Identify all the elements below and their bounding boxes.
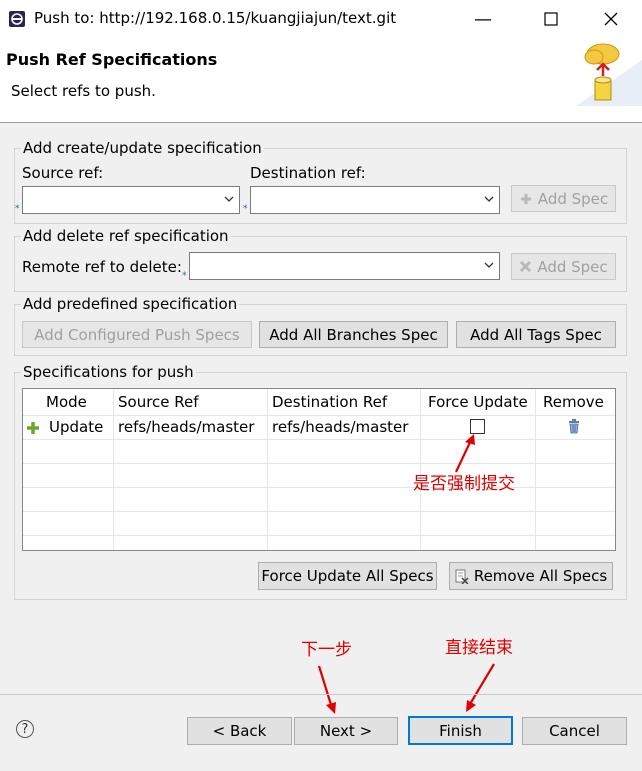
required-marker: * — [15, 204, 20, 214]
add-all-tags-spec-button[interactable]: Add All Tags Spec — [456, 321, 616, 348]
column-header-destination-ref[interactable]: Destination Ref — [272, 389, 387, 415]
next-annotation: 下一步 — [301, 640, 352, 660]
push-cloud-icon — [576, 43, 642, 106]
column-divider — [267, 389, 268, 550]
column-header-force-update[interactable]: Force Update — [428, 389, 528, 415]
source-ref-combo[interactable] — [22, 186, 240, 214]
required-marker: * — [182, 271, 187, 281]
column-divider — [113, 389, 114, 550]
table-row[interactable]: Update refs/heads/master refs/heads/mast… — [23, 416, 615, 439]
finish-annotation: 直接结束 — [445, 638, 513, 658]
annotation-arrow — [455, 434, 475, 473]
minimize-icon[interactable]: — — [460, 0, 506, 38]
row-divider — [23, 535, 615, 536]
create-update-title: Add create/update specification — [21, 139, 264, 157]
destination-ref-label: Destination ref: — [250, 164, 366, 182]
help-icon[interactable]: ? — [16, 720, 34, 738]
add-configured-push-specs-button[interactable]: Add Configured Push Specs — [22, 321, 252, 348]
row-divider — [23, 511, 615, 512]
column-header-mode[interactable]: Mode — [46, 389, 87, 415]
force-update-all-specs-button[interactable]: Force Update All Specs — [258, 562, 437, 590]
remove-all-icon — [455, 569, 469, 584]
next-button[interactable]: Next > — [294, 717, 398, 745]
remove-all-specs-button[interactable]: Remove All Specs — [449, 562, 613, 590]
row-divider — [23, 439, 615, 440]
column-divider — [535, 389, 536, 550]
add-icon — [27, 422, 39, 434]
page-title: Push Ref Specifications — [6, 50, 218, 69]
remote-ref-label: Remote ref to delete: — [22, 258, 182, 276]
delete-x-icon — [520, 260, 532, 273]
source-ref-label: Source ref: — [22, 164, 104, 182]
annotation-arrow — [317, 665, 336, 714]
destination-ref-combo[interactable] — [250, 186, 500, 214]
row-divider — [23, 487, 615, 488]
force-update-annotation: 是否强制提交 — [413, 474, 515, 494]
row-mode: Update — [49, 418, 104, 436]
add-spec-button[interactable]: Add Spec — [511, 185, 616, 212]
back-button[interactable]: < Back — [187, 717, 292, 745]
add-spec-label: Add Spec — [537, 189, 609, 208]
add-icon — [520, 193, 531, 204]
predefined-title: Add predefined specification — [21, 295, 240, 313]
window-title: Push to: http://192.168.0.15/kuangjiajun… — [34, 9, 397, 27]
cancel-button[interactable]: Cancel — [522, 717, 627, 745]
chevron-down-icon — [484, 196, 494, 202]
add-all-branches-spec-button[interactable]: Add All Branches Spec — [259, 321, 448, 348]
add-spec-label: Add Spec — [537, 257, 608, 276]
chevron-down-icon — [484, 262, 494, 268]
delete-ref-title: Add delete ref specification — [21, 227, 231, 245]
close-icon[interactable] — [588, 0, 634, 38]
required-marker: * — [243, 204, 248, 214]
footer-separator — [0, 694, 642, 695]
chevron-down-icon — [224, 196, 234, 202]
maximize-icon[interactable] — [528, 0, 574, 38]
specifications-table: Mode Source Ref Destination Ref Force Up… — [22, 388, 616, 551]
row-divider — [23, 463, 615, 464]
column-header-remove[interactable]: Remove — [543, 389, 604, 415]
remove-all-specs-label: Remove All Specs — [473, 567, 608, 585]
row-source-ref: refs/heads/master — [118, 418, 255, 436]
annotation-arrow — [466, 663, 495, 712]
column-header-source-ref[interactable]: Source Ref — [118, 389, 199, 415]
specifications-title: Specifications for push — [21, 363, 196, 381]
page-subtitle: Select refs to push. — [11, 82, 156, 100]
finish-button[interactable]: Finish — [408, 716, 513, 745]
eclipse-app-icon — [9, 11, 25, 27]
remote-ref-combo[interactable] — [189, 252, 500, 280]
add-delete-spec-button[interactable]: Add Spec — [511, 253, 616, 280]
row-destination-ref: refs/heads/master — [272, 418, 409, 436]
trash-icon[interactable] — [568, 419, 580, 434]
